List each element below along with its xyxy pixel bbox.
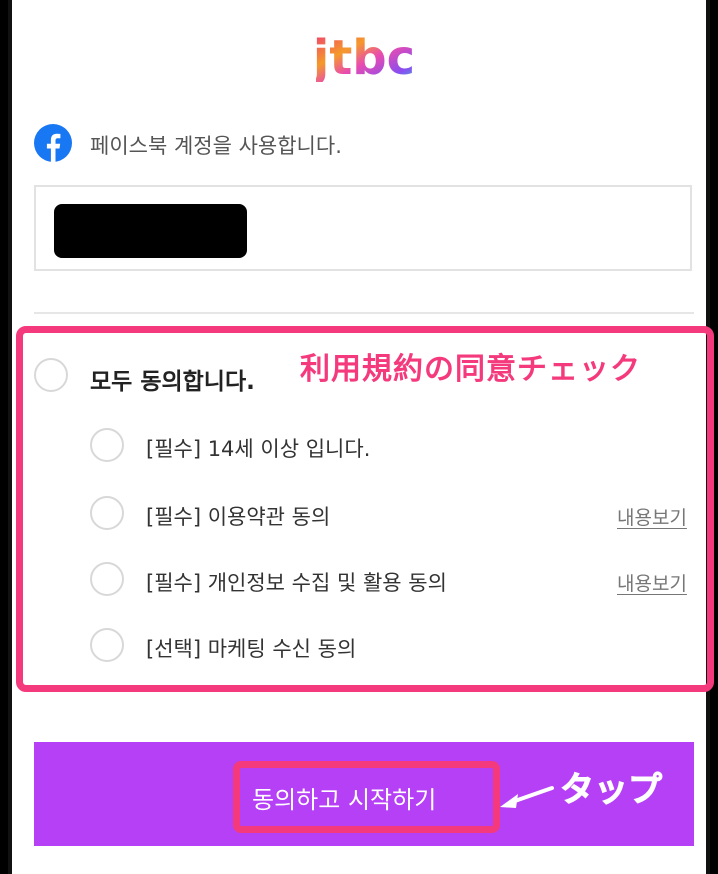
tap-annotation-box [233,761,500,833]
logo-text: jtbc [316,30,412,82]
tap-annotation-text: タップ [560,770,663,811]
terms-annotation-text: 利用規約の同意チェック [300,352,641,387]
jtbc-logo: jtbc [316,30,412,82]
redacted-value [54,204,247,258]
arrow-left-icon [496,780,556,814]
account-field[interactable] [34,185,692,271]
facebook-account-message: 페이스북 계정을 사용합니다. [90,134,342,158]
signup-screen: jtbc 페이스북 계정을 사용합니다. 모두 동의합니다. [필수] 14세 … [8,0,714,874]
facebook-icon [34,124,72,162]
divider [34,312,694,314]
